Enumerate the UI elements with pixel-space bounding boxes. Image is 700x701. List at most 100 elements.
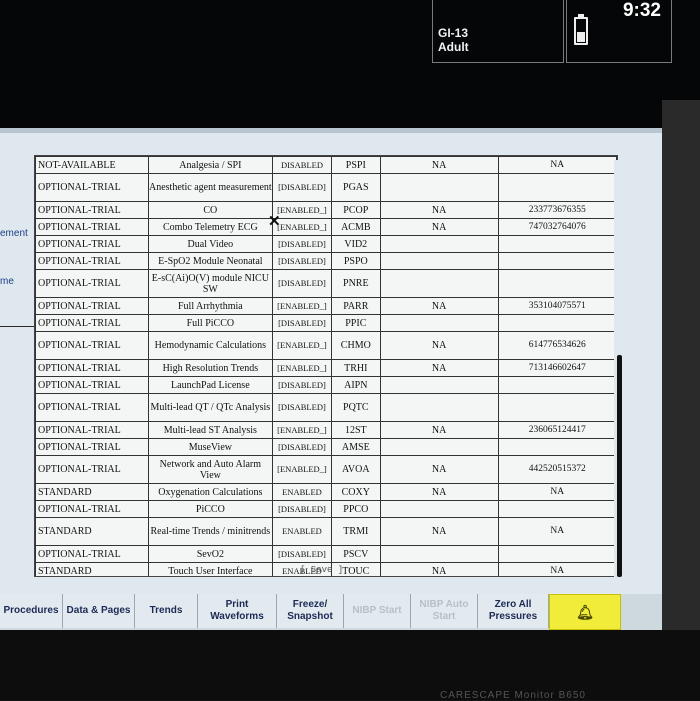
table-row[interactable]: OPTIONAL-TRIAL Dual Video [DISABLED] VID2	[35, 235, 617, 253]
state-cell: [DISABLED]	[272, 173, 332, 202]
left-menu-item[interactable]: ement	[0, 228, 28, 239]
feature-cell: Multi-lead ST Analysis	[147, 421, 274, 439]
na-cell	[379, 314, 499, 332]
code-cell: PPIC	[330, 314, 381, 332]
state-cell: [DISABLED]	[272, 314, 332, 332]
code-cell: PARR	[330, 297, 381, 315]
state-cell: ENABLED	[272, 483, 332, 501]
na-cell: NA	[379, 218, 499, 236]
save-button[interactable]: [ Save ]	[300, 565, 343, 575]
availability-cell: OPTIONAL-TRIAL	[35, 359, 149, 377]
availability-cell: OPTIONAL-TRIAL	[35, 545, 149, 563]
table-row[interactable]: OPTIONAL-TRIAL High Resolution Trends [ENA…	[35, 359, 617, 377]
table-row[interactable]: OPTIONAL-TRIAL SevO2 [DISABLED] PSCV	[35, 545, 617, 563]
toolbar-button[interactable]: NIBP Start	[344, 594, 411, 628]
clock: 9:32	[622, 0, 661, 21]
code-cell: PSPO	[330, 252, 381, 270]
toolbar-button[interactable]: Trends	[135, 594, 198, 628]
availability-cell: OPTIONAL-TRIAL	[35, 393, 149, 422]
key-cell	[497, 235, 617, 253]
feature-cell: SevO2	[147, 545, 274, 563]
table-row[interactable]: OPTIONAL-TRIAL Network and Auto Alarm Vie…	[35, 455, 617, 484]
availability-cell: OPTIONAL-TRIAL	[35, 235, 149, 253]
table-row[interactable]: OPTIONAL-TRIAL Combo Telemetry ECG [ENABLE…	[35, 218, 617, 236]
state-cell: [DISABLED]	[272, 252, 332, 270]
table-row[interactable]: OPTIONAL-TRIAL Hemodynamic Calculations [E…	[35, 331, 617, 360]
patient-info-box[interactable]: GI-13 Adult	[432, 0, 564, 63]
toolbar-button[interactable]: Freeze/ Snapshot	[277, 594, 344, 628]
table-row[interactable]: OPTIONAL-TRIAL Full Arrhythmia [ENABLED_] P…	[35, 297, 617, 315]
key-cell	[497, 393, 617, 422]
feature-cell: LaunchPad License	[147, 376, 274, 394]
toolbar-button[interactable]: Procedures	[0, 594, 63, 628]
state-cell: [ENABLED_]	[272, 297, 332, 315]
feature-cell: MuseView	[147, 438, 274, 456]
table-row[interactable]: OPTIONAL-TRIAL Multi-lead QT / QTc Analys…	[35, 393, 617, 422]
key-cell: 442520515372	[497, 455, 617, 484]
feature-cell: Combo Telemetry ECG	[147, 218, 274, 236]
state-cell: [ENABLED_]	[272, 359, 332, 377]
code-cell: PPCO	[330, 500, 381, 518]
na-cell: NA	[379, 483, 499, 501]
state-cell: ENABLED	[272, 517, 332, 546]
bell-icon: 🔔︎	[576, 604, 594, 620]
monitor-bezel	[0, 630, 700, 700]
na-cell: NA	[379, 562, 499, 576]
table-row[interactable]: OPTIONAL-TRIAL CO [ENABLED_] PCOP NA 23377367…	[35, 201, 617, 219]
toolbar-button[interactable]: NIBP Auto Start	[411, 594, 478, 628]
key-cell: 614776534626	[497, 331, 617, 360]
toolbar-button[interactable]: Data & Pages	[63, 594, 135, 628]
table-row[interactable]: OPTIONAL-TRIAL Full PiCCO [DISABLED] PPIC	[35, 314, 617, 332]
table-row[interactable]: OPTIONAL-TRIAL Anesthetic agent measureme…	[35, 173, 617, 202]
table-row[interactable]: OPTIONAL-TRIAL E-sC(Ai)O(V) module NICU S…	[35, 269, 617, 298]
feature-cell: Full Arrhythmia	[147, 297, 274, 315]
code-cell: PGAS	[330, 173, 381, 202]
patient-category-text: Adult	[438, 40, 469, 54]
device-case	[662, 100, 700, 700]
license-panel: ement me NOT-AVAILABLE Analgesia / SPI DIS…	[0, 128, 662, 599]
key-cell: 353104075571	[497, 297, 617, 315]
availability-cell: OPTIONAL-TRIAL	[35, 218, 149, 236]
table-row[interactable]: OPTIONAL-TRIAL PiCCO [DISABLED] PPCO	[35, 500, 617, 518]
toolbar-button[interactable]: Zero All Pressures	[478, 594, 549, 628]
code-cell: CHMO	[330, 331, 381, 360]
availability-cell: OPTIONAL-TRIAL	[35, 421, 149, 439]
availability-cell: OPTIONAL-TRIAL	[35, 173, 149, 202]
table-row[interactable]: OPTIONAL-TRIAL LaunchPad License [DISABLED…	[35, 376, 617, 394]
key-cell: NA	[497, 156, 617, 174]
alarm-silence-button[interactable]: 🔔︎	[549, 594, 621, 630]
scrollbar-thumb[interactable]	[617, 355, 622, 577]
feature-cell: Network and Auto Alarm View	[147, 455, 274, 484]
na-cell: NA	[379, 517, 499, 546]
feature-cell: High Resolution Trends	[147, 359, 274, 377]
feature-cell: PiCCO	[147, 500, 274, 518]
table-row[interactable]: OPTIONAL-TRIAL MuseView [DISABLED] AMSE	[35, 438, 617, 456]
key-cell: NA	[497, 517, 617, 546]
availability-cell: OPTIONAL-TRIAL	[35, 331, 149, 360]
key-cell	[497, 500, 617, 518]
key-cell	[497, 545, 617, 563]
code-cell: TRHI	[330, 359, 381, 377]
key-cell: 747032764076	[497, 218, 617, 236]
table-row[interactable]: NOT-AVAILABLE Analgesia / SPI DISABLED PSPI…	[35, 156, 617, 174]
availability-cell: OPTIONAL-TRIAL	[35, 297, 149, 315]
state-cell: [DISABLED]	[272, 545, 332, 563]
table-row[interactable]: STANDARD Real-time Trends / minitrends ENA…	[35, 517, 617, 546]
table-row[interactable]: OPTIONAL-TRIAL E-SpO2 Module Neonatal [DIS…	[35, 252, 617, 270]
table-row[interactable]: OPTIONAL-TRIAL Multi-lead ST Analysis [ENA…	[35, 421, 617, 439]
na-cell: NA	[379, 331, 499, 360]
code-cell: PSCV	[330, 545, 381, 563]
license-table: NOT-AVAILABLE Analgesia / SPI DISABLED PSPI…	[35, 156, 617, 576]
table-row[interactable]: STANDARD Oxygenation Calculations ENABLED C…	[35, 483, 617, 501]
toolbar-button[interactable]: Print Waveforms	[198, 594, 277, 628]
device-brand: CARESCAPE Monitor B650	[440, 690, 586, 701]
left-menu-item[interactable]: me	[0, 276, 14, 287]
na-cell	[379, 376, 499, 394]
code-cell: PSPI	[330, 156, 381, 174]
availability-cell: NOT-AVAILABLE	[35, 156, 149, 174]
state-cell: [ENABLED_]	[272, 421, 332, 439]
feature-cell: Touch User Interface	[147, 562, 274, 576]
na-cell	[379, 235, 499, 253]
feature-cell: Dual Video	[147, 235, 274, 253]
state-cell: [DISABLED]	[272, 393, 332, 422]
